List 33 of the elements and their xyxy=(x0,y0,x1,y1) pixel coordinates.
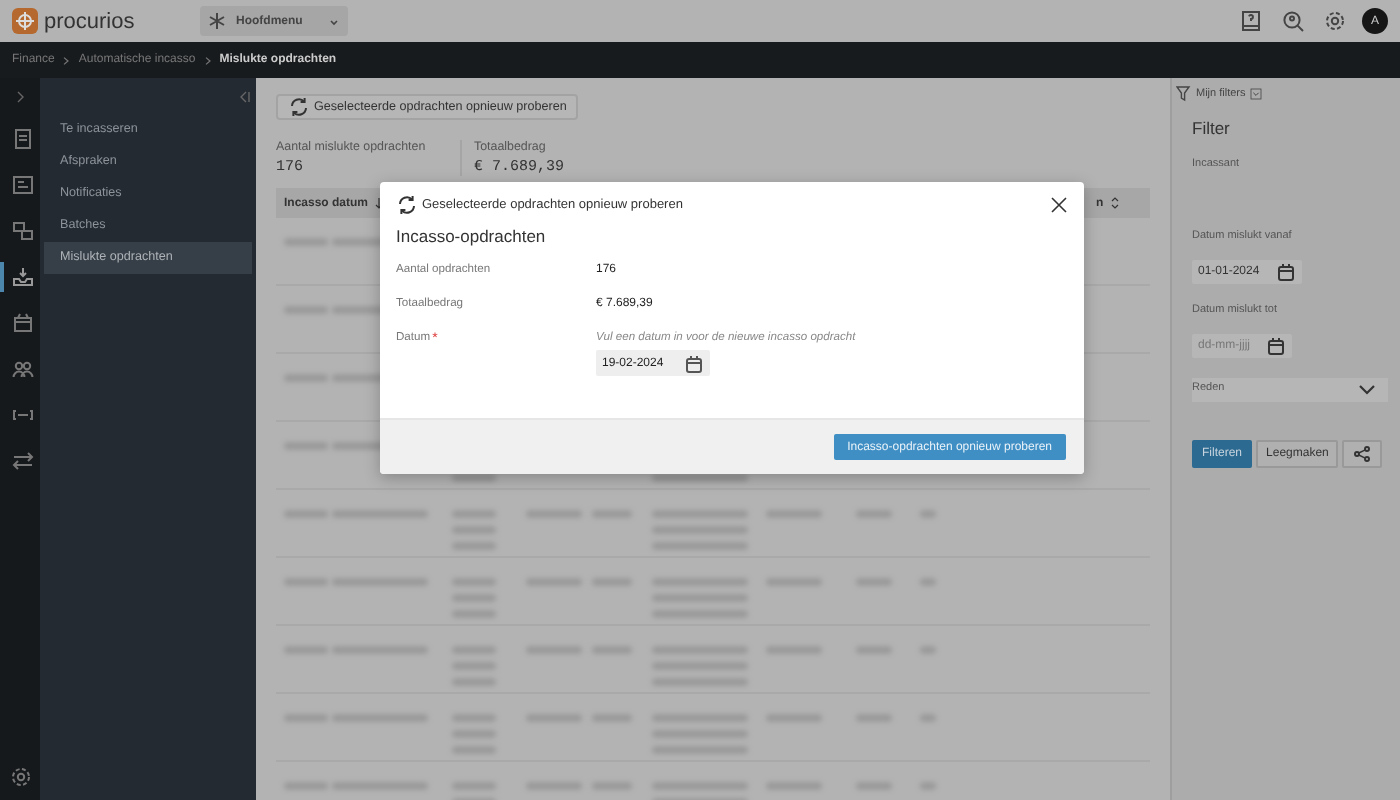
calendar-icon xyxy=(1275,262,1296,282)
invoice-icon xyxy=(11,174,33,196)
bracket-icon xyxy=(11,404,33,426)
refresh-icon xyxy=(288,96,308,118)
chevron-right-icon xyxy=(203,55,212,65)
logo-text: procurios xyxy=(44,9,135,33)
people-icon xyxy=(11,358,33,380)
chevron-right-icon xyxy=(62,55,71,65)
calendar-icon xyxy=(683,353,704,373)
document-icon xyxy=(11,128,33,150)
help-book-icon[interactable] xyxy=(1240,10,1262,32)
search-icon[interactable] xyxy=(1282,10,1304,32)
transfer-icon xyxy=(11,220,33,242)
caret-icon xyxy=(328,15,340,27)
logo-icon xyxy=(12,8,38,34)
caret-icon xyxy=(1249,88,1262,100)
filter-title: Filter xyxy=(1192,118,1232,138)
share-icon xyxy=(1354,446,1371,462)
share-button[interactable] xyxy=(1342,440,1383,468)
settings-icon[interactable] xyxy=(9,766,31,788)
expand-chevron-icon[interactable] xyxy=(15,90,25,104)
inbox-icon xyxy=(11,266,33,288)
chevron-down-icon xyxy=(1358,384,1376,396)
refresh-icon xyxy=(396,193,416,215)
collapse-icon[interactable] xyxy=(238,90,250,104)
snowflake-icon xyxy=(208,12,226,30)
settings-icon[interactable] xyxy=(1324,10,1346,32)
filter-icon xyxy=(1176,86,1192,102)
calendar-icon xyxy=(1266,336,1286,356)
swap-arrows-icon xyxy=(11,450,33,472)
sort-icon xyxy=(1109,196,1120,210)
dialog-heading: Incasso-opdrachten xyxy=(396,226,548,246)
close-icon[interactable] xyxy=(1050,195,1068,213)
